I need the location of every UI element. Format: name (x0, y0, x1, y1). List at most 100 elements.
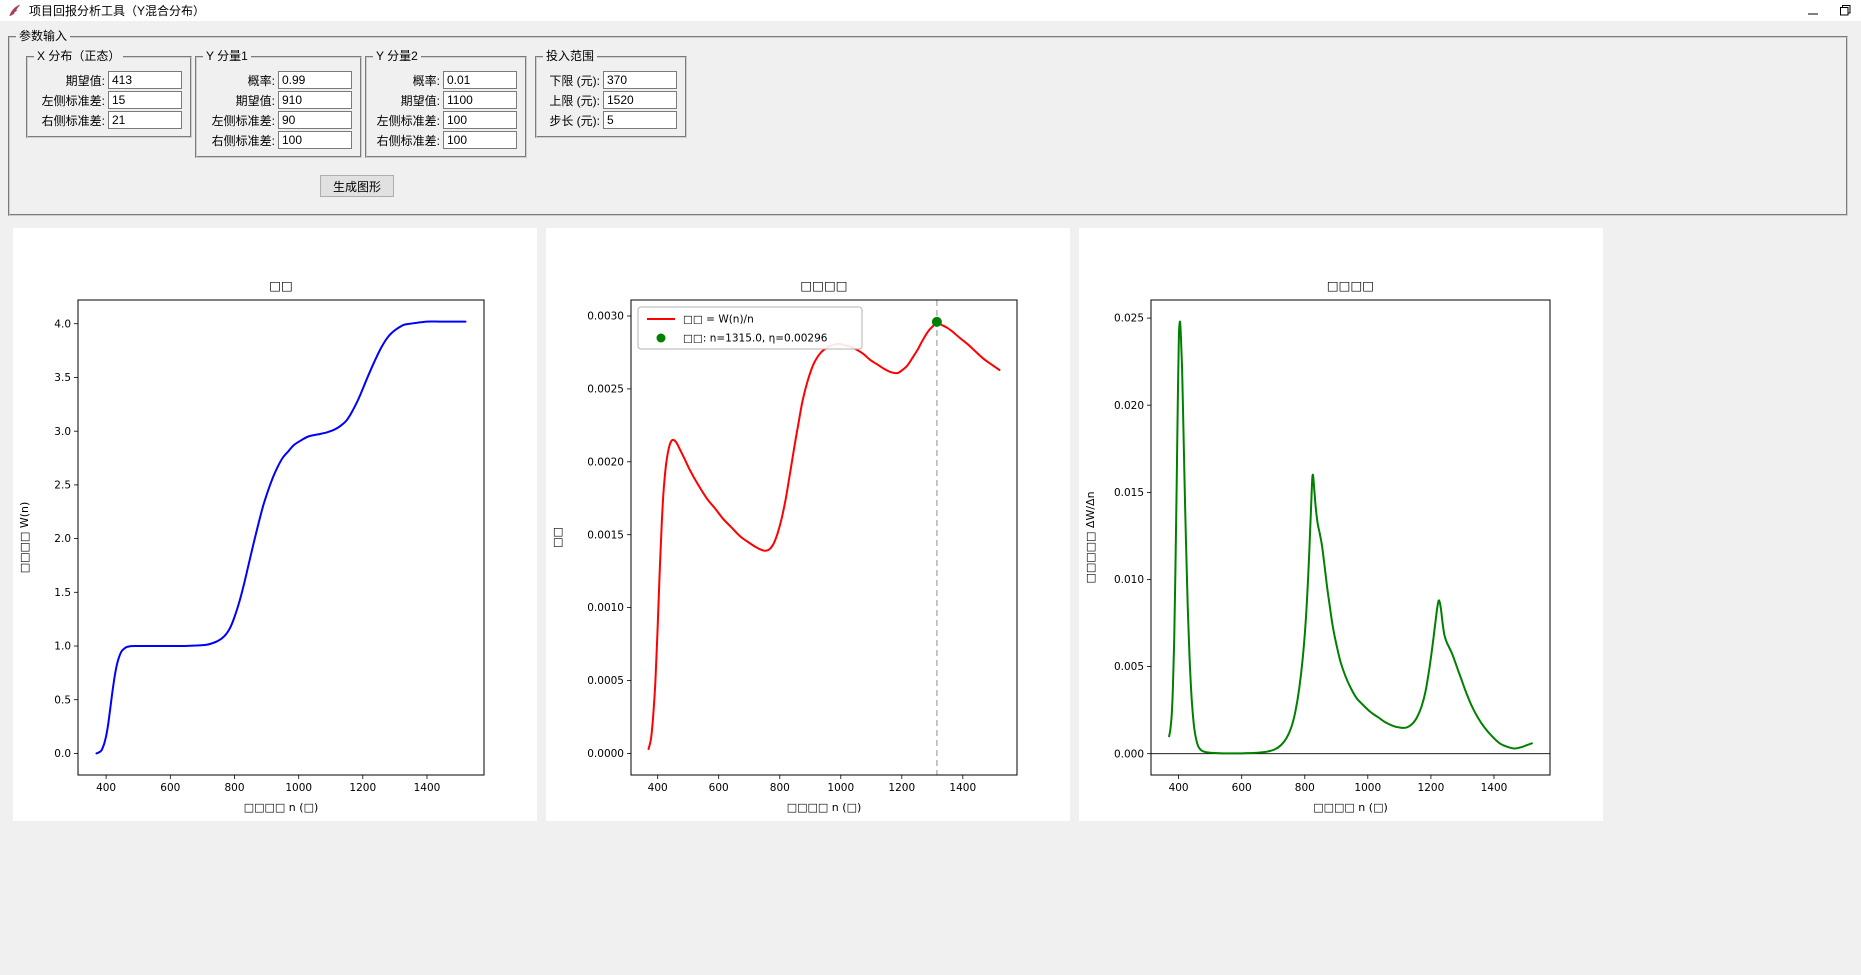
y-axis-label: □□□□□ ΔW/Δn (1084, 491, 1097, 583)
restore-button[interactable] (1829, 0, 1861, 21)
y-tick-label: 3.5 (54, 372, 71, 384)
group-y2-title: Y 分量2 (373, 49, 421, 63)
tk-feather-icon (7, 3, 22, 18)
y-tick-label: 0.5 (54, 694, 71, 706)
y2-right-std-label: 右侧标准差: (377, 132, 440, 149)
field-row: 步长 (元): (537, 110, 685, 130)
field-row: 左侧标准差: (367, 110, 525, 130)
x-tick-label: 1000 (1354, 782, 1381, 794)
field-row: 概率: (367, 70, 525, 90)
chart-title: □□ (269, 278, 293, 293)
field-row: 右侧标准差: (28, 110, 190, 130)
x-axis-label: □□□□ n (□) (787, 801, 862, 814)
y-tick-label: 0.0000 (587, 748, 624, 760)
x-tick-label: 800 (1295, 782, 1315, 794)
x-tick-label: 600 (160, 782, 180, 794)
group-x-distribution: X 分布（正态） 期望值: 左侧标准差: 右侧标准差: (26, 56, 192, 138)
params-panel: 参数输入 X 分布（正态） 期望值: 左侧标准差: 右侧标准差: Y 分量1 概… (8, 36, 1848, 216)
y-tick-label: 0.015 (1114, 487, 1144, 499)
y2-right-std-input[interactable] (443, 131, 517, 149)
y-tick-label: 0.0005 (587, 675, 624, 687)
x-axis-label: □□□□ n (□) (244, 801, 319, 814)
titlebar: 项目回报分析工具（Y混合分布） (0, 0, 1861, 21)
y-tick-label: 1.5 (54, 587, 71, 599)
y-axis-label: □□ (551, 527, 564, 548)
chart-panel-efficiency: 4006008001000120014000.00000.00050.00100… (546, 228, 1070, 821)
x-mean-input[interactable] (108, 71, 182, 89)
params-panel-title: 参数输入 (16, 29, 70, 43)
y-tick-label: 3.0 (54, 426, 71, 438)
x-tick-label: 800 (224, 782, 244, 794)
y-tick-label: 0.0020 (587, 456, 624, 468)
x-tick-label: 600 (1232, 782, 1252, 794)
window-title: 项目回报分析工具（Y混合分布） (29, 2, 205, 19)
y2-mean-label: 期望值: (401, 92, 440, 109)
x-tick-label: 1200 (1418, 782, 1445, 794)
y-tick-label: 4.0 (54, 318, 71, 330)
y2-mean-input[interactable] (443, 91, 517, 109)
y-tick-label: 0.010 (1114, 574, 1144, 586)
chart-panel-expected-return: 4006008001000120014000.00.51.01.52.02.53… (13, 228, 537, 821)
y-tick-label: 0.0030 (587, 311, 624, 323)
x-left-std-input[interactable] (108, 91, 182, 109)
group-y-component-1: Y 分量1 概率: 期望值: 左侧标准差: 右侧标准差: (195, 56, 362, 158)
y2-left-std-input[interactable] (443, 111, 517, 129)
step-label: 步长 (元): (549, 112, 600, 129)
group-x-title: X 分布（正态） (34, 49, 123, 63)
restore-icon (1840, 5, 1851, 16)
y-tick-label: 1.0 (54, 641, 71, 653)
x-tick-label: 1200 (888, 782, 915, 794)
group-y-component-2: Y 分量2 概率: 期望值: 左侧标准差: 右侧标准差: (365, 56, 527, 158)
y1-prob-input[interactable] (278, 71, 352, 89)
legend-label: □□: n=1315.0, η=0.00296 (683, 333, 828, 345)
marginal-return-chart: 4006008001000120014000.0000.0050.0100.01… (1079, 228, 1603, 821)
chart-panel-marginal-return: 4006008001000120014000.0000.0050.0100.01… (1079, 228, 1603, 821)
x-mean-label: 期望值: (66, 72, 105, 89)
x-tick-label: 1400 (949, 782, 976, 794)
y-tick-label: 0.020 (1114, 400, 1144, 412)
y2-left-std-label: 左侧标准差: (377, 112, 440, 129)
x-tick-label: 1400 (1481, 782, 1508, 794)
upper-bound-input[interactable] (603, 91, 677, 109)
y-tick-label: 2.0 (54, 533, 71, 545)
window-controls (1797, 0, 1861, 21)
y1-left-std-label: 左侧标准差: (212, 112, 275, 129)
chart-title: □□□□ (800, 278, 847, 293)
y1-left-std-input[interactable] (278, 111, 352, 129)
field-row: 右侧标准差: (367, 130, 525, 150)
x-tick-label: 800 (770, 782, 790, 794)
upper-bound-label: 上限 (元): (549, 92, 600, 109)
efficiency-chart: 4006008001000120014000.00000.00050.00100… (546, 228, 1070, 821)
field-row: 左侧标准差: (28, 90, 190, 110)
lower-bound-input[interactable] (603, 71, 677, 89)
group-range-title: 投入范围 (543, 49, 597, 63)
y1-right-std-input[interactable] (278, 131, 352, 149)
y-tick-label: 0.0025 (587, 384, 624, 396)
field-row: 期望值: (367, 90, 525, 110)
chart-title: □□□□ (1327, 278, 1374, 293)
y-tick-label: 0.005 (1114, 661, 1144, 673)
field-row: 左侧标准差: (197, 110, 360, 130)
group-y1-title: Y 分量1 (203, 49, 251, 63)
y1-mean-input[interactable] (278, 91, 352, 109)
legend-dot-sample (657, 334, 666, 343)
y-tick-label: 0.025 (1114, 313, 1144, 325)
field-row: 下限 (元): (537, 70, 685, 90)
y2-prob-input[interactable] (443, 71, 517, 89)
group-investment-range: 投入范围 下限 (元): 上限 (元): 步长 (元): (535, 56, 687, 138)
minimize-button[interactable] (1797, 0, 1829, 21)
step-input[interactable] (603, 111, 677, 129)
y1-prob-label: 概率: (248, 72, 275, 89)
y-tick-label: 0.0 (54, 748, 71, 760)
field-row: 概率: (197, 70, 360, 90)
minimize-icon (1808, 6, 1818, 16)
field-row: 期望值: (28, 70, 190, 90)
y-tick-label: 0.0010 (587, 602, 624, 614)
generate-button[interactable]: 生成图形 (320, 175, 394, 197)
y2-prob-label: 概率: (413, 72, 440, 89)
x-tick-label: 400 (648, 782, 668, 794)
x-right-std-input[interactable] (108, 111, 182, 129)
x-axis-label: □□□□ n (□) (1313, 801, 1388, 814)
field-row: 右侧标准差: (197, 130, 360, 150)
y-axis-label: □□□□ W(n) (18, 502, 31, 574)
